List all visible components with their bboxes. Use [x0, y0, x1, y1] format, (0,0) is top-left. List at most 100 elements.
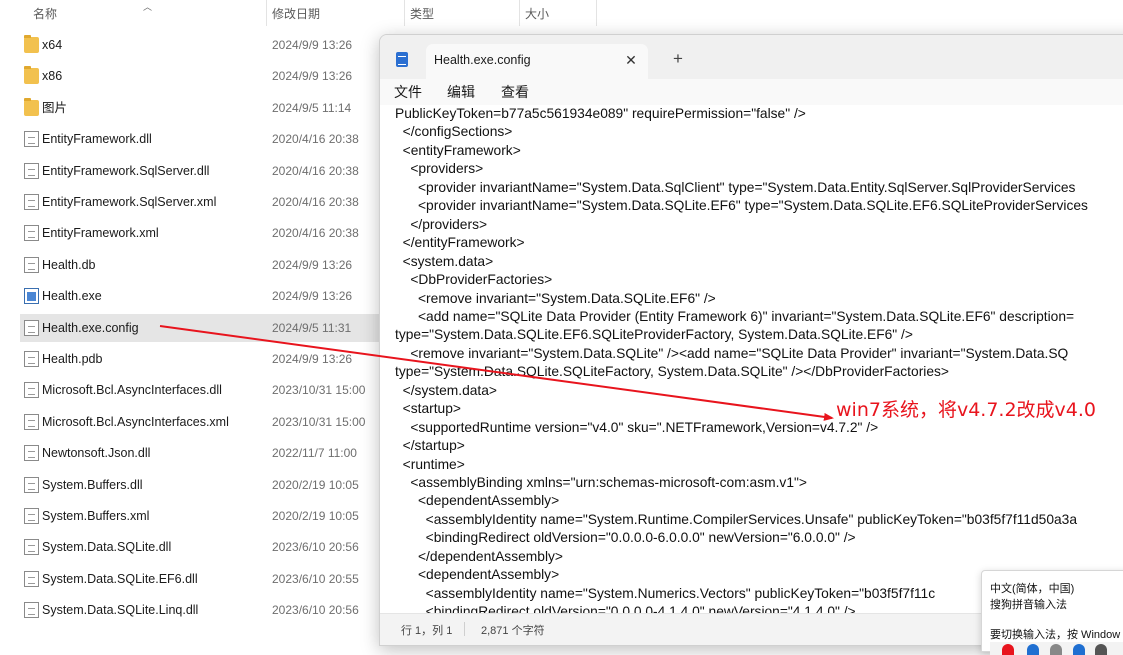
- code-line: type="System.Data.SQLite.SQLiteFactory, …: [395, 364, 949, 380]
- network-tray-icon[interactable]: [1073, 644, 1085, 655]
- code-line: <assemblyBinding xmlns="urn:schemas-micr…: [395, 475, 807, 490]
- file-row[interactable]: Microsoft.Bcl.AsyncInterfaces.dll 2023/10…: [20, 376, 380, 404]
- file-modified-date: 2020/4/16 20:38: [272, 132, 359, 147]
- code-line: <assemblyIdentity name="System.Numerics.…: [395, 585, 936, 601]
- title-bar[interactable]: Health.exe.config ✕ +: [380, 35, 1123, 79]
- code-line: <provider invariantName="System.Data.Sql…: [395, 179, 1076, 195]
- file-name: x64: [42, 38, 63, 52]
- code-line: <system.data>: [395, 253, 494, 269]
- code-line: <entityFramework>: [395, 142, 521, 158]
- file-name: Microsoft.Bcl.AsyncInterfaces.dll: [42, 383, 222, 398]
- code-line: <bindingRedirect oldVersion="0.0.0.0-4.1…: [395, 604, 856, 613]
- column-divider[interactable]: [266, 0, 267, 26]
- tab-title: Health.exe.config: [434, 53, 531, 67]
- new-tab-button[interactable]: +: [668, 49, 688, 69]
- file-name: Newtonsoft.Json.dll: [42, 446, 151, 461]
- code-line: </startup>: [395, 438, 465, 454]
- file-row[interactable]: x64 2024/9/9 13:26: [20, 31, 380, 59]
- code-line: <remove invariant="System.Data.SQLite.EF…: [395, 290, 716, 306]
- folder-icon: [24, 66, 39, 85]
- column-divider[interactable]: [519, 0, 520, 26]
- ime-tray-icon[interactable]: [1027, 644, 1039, 655]
- file-modified-date: 2024/9/9 13:26: [272, 289, 353, 304]
- menu-view[interactable]: 查看: [501, 79, 529, 105]
- file-icon: [24, 256, 39, 273]
- tab-health-exe-config[interactable]: Health.exe.config ✕: [426, 44, 648, 79]
- file-row[interactable]: Health.exe 2024/9/9 13:26: [20, 282, 380, 310]
- file-icon: [24, 351, 39, 367]
- file-row[interactable]: System.Data.SQLite.Linq.dll 2023/6/10 20:…: [20, 596, 380, 624]
- file-modified-date: 2024/9/9 13:26: [272, 352, 353, 366]
- file-row[interactable]: Microsoft.Bcl.AsyncInterfaces.xml 2023/10…: [20, 408, 380, 436]
- file-row[interactable]: System.Data.SQLite.dll 2023/6/10 20:56: [20, 533, 380, 561]
- annotation-text: win7系统，将v4.7.2改成v4.0: [836, 399, 1096, 421]
- file-row[interactable]: System.Buffers.xml 2020/2/19 10:05: [20, 502, 380, 530]
- file-row[interactable]: EntityFramework.dll 2020/4/16 20:38: [20, 125, 380, 153]
- file-name: Health.pdb: [42, 352, 103, 366]
- sogou-tray-icon[interactable]: [1002, 644, 1014, 655]
- close-icon[interactable]: ✕: [622, 51, 640, 69]
- file-row[interactable]: 图片 2024/9/5 11:14: [20, 94, 380, 122]
- notepad-window: Health.exe.config ✕ + 文件 编辑 查看 PublicKey…: [379, 34, 1123, 646]
- menu-bar: 文件 编辑 查看: [380, 79, 1123, 105]
- mic-tray-icon[interactable]: [1095, 644, 1107, 655]
- status-divider: [464, 622, 465, 636]
- file-row[interactable]: Newtonsoft.Json.dll 2022/11/7 11:00: [20, 439, 380, 467]
- file-icon: [24, 382, 39, 399]
- file-modified-date: 2023/10/31 15:00: [272, 414, 366, 429]
- code-line: </configSections>: [395, 124, 513, 140]
- ime-tooltip: 中文(简体，中国) 搜狗拼音输入法 要切换输入法，按 Window: [981, 570, 1123, 652]
- file-row[interactable]: Health.db 2024/9/9 13:26: [20, 251, 380, 279]
- menu-file[interactable]: 文件: [394, 79, 422, 105]
- code-line: <remove invariant="System.Data.SQLite" /…: [395, 345, 1069, 361]
- file-modified-date: 2020/2/19 10:05: [272, 477, 359, 492]
- file-name: Microsoft.Bcl.AsyncInterfaces.xml: [42, 414, 229, 429]
- code-line: <provider invariantName="System.Data.SQL…: [395, 198, 1088, 214]
- file-name: System.Data.SQLite.EF6.dll: [42, 571, 198, 586]
- folder-icon: [24, 35, 39, 53]
- file-modified-date: 2024/9/5 11:14: [272, 100, 352, 115]
- column-header-name[interactable]: 名称: [33, 0, 57, 26]
- settings-tray-icon[interactable]: [1050, 644, 1062, 655]
- file-row[interactable]: EntityFramework.xml 2020/4/16 20:38: [20, 219, 380, 247]
- column-header-modified[interactable]: 修改日期: [272, 0, 320, 26]
- file-row[interactable]: System.Data.SQLite.EF6.dll 2023/6/10 20:5…: [20, 565, 380, 593]
- file-modified-date: 2023/10/31 15:00: [272, 383, 366, 398]
- column-header-size[interactable]: 大小: [525, 0, 549, 26]
- code-line: <add name="SQLite Data Provider (Entity …: [395, 308, 1075, 324]
- text-editor[interactable]: PublicKeyToken=b77a5c561934e089" require…: [380, 105, 1123, 613]
- file-row[interactable]: EntityFramework.SqlServer.dll 2020/4/16 2…: [20, 157, 380, 185]
- file-name: Health.exe: [42, 289, 102, 304]
- file-icon: [24, 508, 39, 524]
- file-row[interactable]: x86 2024/9/9 13:26: [20, 62, 380, 90]
- code-line: <runtime>: [395, 456, 465, 472]
- code-line: <providers>: [395, 161, 484, 177]
- column-header-type[interactable]: 类型: [410, 0, 434, 26]
- code-line: <dependentAssembly>: [395, 493, 560, 509]
- sort-ascending-icon: ︿: [143, 2, 153, 12]
- code-line: </system.data>: [395, 382, 497, 398]
- menu-edit[interactable]: 编辑: [447, 79, 475, 105]
- file-row[interactable]: System.Buffers.dll 2020/2/19 10:05: [20, 471, 380, 499]
- ime-switch-hint: 要切换输入法，按 Window: [990, 629, 1121, 641]
- folder-icon: [24, 97, 39, 116]
- file-icon: [24, 476, 39, 493]
- file-row[interactable]: Health.pdb 2024/9/9 13:26: [20, 345, 380, 373]
- column-divider[interactable]: [596, 0, 597, 26]
- column-divider[interactable]: [404, 0, 405, 26]
- file-name: System.Buffers.xml: [42, 509, 150, 523]
- file-row[interactable]: EntityFramework.SqlServer.xml 2020/4/16 2…: [20, 188, 380, 216]
- file-name: EntityFramework.xml: [42, 226, 159, 241]
- file-modified-date: 2024/9/9 13:26: [272, 257, 353, 272]
- code-line: </dependentAssembly>: [395, 548, 563, 564]
- file-modified-date: 2020/4/16 20:38: [272, 226, 359, 241]
- code-line: <assemblyIdentity name="System.Runtime.C…: [395, 511, 1078, 527]
- file-name: System.Data.SQLite.dll: [42, 540, 172, 555]
- file-name: EntityFramework.dll: [42, 132, 152, 147]
- file-row[interactable]: Health.exe.config 2024/9/5 11:31: [20, 313, 380, 342]
- file-modified-date: 2020/4/16 20:38: [272, 163, 359, 178]
- notepad-app-icon: [396, 52, 408, 67]
- file-modified-date: 2020/2/19 10:05: [272, 509, 359, 523]
- ime-method: 搜狗拼音输入法: [990, 599, 1067, 611]
- code-line: <bindingRedirect oldVersion="0.0.0.0-6.0…: [395, 530, 856, 546]
